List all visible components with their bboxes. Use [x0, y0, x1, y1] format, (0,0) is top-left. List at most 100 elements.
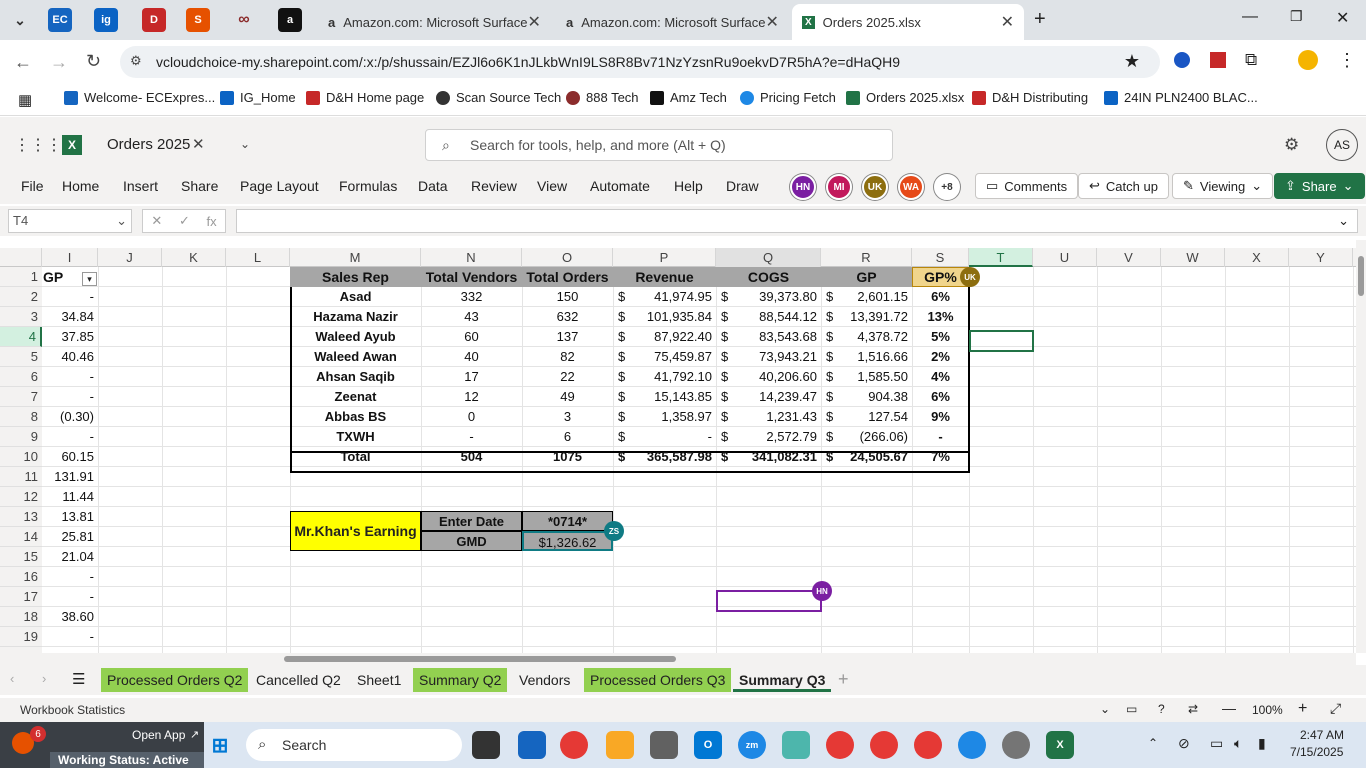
prev-sheet-icon[interactable]: ‹ [10, 671, 14, 686]
summary-cell-gpp[interactable]: - [912, 427, 969, 447]
column-header[interactable]: U [1033, 248, 1097, 267]
collaborator-avatar[interactable]: MI [826, 174, 852, 200]
chevron-up-icon[interactable]: ⌃ [1148, 736, 1158, 750]
summary-cell-vendors[interactable]: 504 [421, 447, 522, 467]
task-view-icon[interactable] [472, 731, 500, 759]
summary-cell-revenue[interactable]: 87,922.40 [613, 327, 716, 347]
summary-cell-cogs[interactable]: 2,572.79 [716, 427, 821, 447]
app-launcher-icon[interactable]: ⋮⋮⋮ [14, 135, 62, 155]
gp-cell[interactable]: - [42, 387, 98, 407]
summary-cell-gpp[interactable]: 13% [912, 307, 969, 327]
summary-cell-gp[interactable]: 13,391.72 [821, 307, 912, 327]
calculator-icon[interactable] [650, 731, 678, 759]
settings-icon[interactable] [1002, 731, 1030, 759]
row-header[interactable]: 16 [0, 567, 42, 587]
gp-cell[interactable]: 25.81 [42, 527, 98, 547]
new-tab-icon[interactable]: + [1034, 8, 1046, 31]
tab-automate[interactable]: Automate [590, 178, 650, 194]
ec-icon[interactable]: EC [48, 8, 72, 32]
gp-column-header[interactable]: GP [43, 267, 83, 287]
bookmark-ig-home[interactable]: IG_Home [220, 90, 296, 105]
summary-cell-cogs[interactable]: 341,082.31 [716, 447, 821, 467]
zoom-level[interactable]: 100% [1252, 703, 1283, 717]
gp-cell[interactable]: (0.30) [42, 407, 98, 427]
summary-cell-vendors[interactable]: - [421, 427, 522, 447]
row-header[interactable]: 12 [0, 487, 42, 507]
filter-dropdown-icon[interactable]: ▾ [82, 272, 97, 286]
row-header[interactable]: 18 [0, 607, 42, 627]
settings-gear-icon[interactable]: ⚙ [1284, 135, 1299, 155]
row-header[interactable]: 13 [0, 507, 42, 527]
tab-help[interactable]: Help [674, 178, 703, 194]
summary-cell-orders[interactable]: 150 [522, 287, 613, 307]
chrome-icon[interactable] [826, 731, 854, 759]
summary-cell-orders[interactable]: 82 [522, 347, 613, 367]
chevron-down-icon[interactable]: ⌄ [240, 137, 250, 151]
user-avatar[interactable]: AS [1326, 129, 1358, 161]
help-icon[interactable]: ? [1158, 702, 1165, 716]
header-cogs[interactable]: COGS [716, 267, 821, 287]
summary-cell-gpp[interactable]: 9% [912, 407, 969, 427]
apps-grid-icon[interactable]: ▦ [18, 91, 32, 109]
header-gp[interactable]: GP [821, 267, 912, 287]
network-icon[interactable]: ⊘ [1178, 735, 1190, 752]
next-sheet-icon[interactable]: › [42, 671, 46, 686]
gp-cell[interactable]: 38.60 [42, 607, 98, 627]
scansource-icon[interactable]: S [186, 8, 210, 32]
summary-cell-revenue[interactable]: 1,358.97 [613, 407, 716, 427]
summary-cell-cogs[interactable]: 83,543.68 [716, 327, 821, 347]
row-header[interactable]: 14 [0, 527, 42, 547]
summary-cell-vendors[interactable]: 12 [421, 387, 522, 407]
chrome-icon[interactable] [914, 731, 942, 759]
chrome-icon[interactable] [870, 731, 898, 759]
notification-widget[interactable]: 6 Open App ↗ Working Status: Active [0, 722, 204, 768]
close-window-icon[interactable]: ✕ [1336, 8, 1349, 28]
column-header[interactable]: I [42, 248, 98, 267]
workbook-title[interactable]: Orders 2025 [107, 136, 190, 153]
url-field[interactable]: ⚙ vcloudchoice-my.sharepoint.com/:x:/p/s… [120, 46, 1160, 78]
summary-cell-revenue[interactable]: 75,459.87 [613, 347, 716, 367]
sheet-tab[interactable]: Processed Orders Q3 [584, 668, 732, 692]
row-header[interactable]: 6 [0, 367, 42, 387]
summary-cell-cogs[interactable]: 88,544.12 [716, 307, 821, 327]
header-sales-rep[interactable]: Sales Rep [290, 267, 421, 287]
header-total-orders[interactable]: Total Orders [522, 267, 613, 287]
chrome-icon[interactable] [560, 731, 588, 759]
summary-cell-rep[interactable]: Abbas BS [290, 407, 421, 427]
row-header[interactable]: 2 [0, 287, 42, 307]
summary-cell-gpp[interactable]: 6% [912, 387, 969, 407]
summary-cell-vendors[interactable]: 60 [421, 327, 522, 347]
excel-logo-icon[interactable]: X [62, 135, 82, 155]
file-explorer-icon[interactable] [606, 731, 634, 759]
tab-orders[interactable]: X Orders 2025.xlsx ✕ [792, 4, 1024, 40]
summary-cell-rep[interactable]: TXWH [290, 427, 421, 447]
catch-up-button[interactable]: ↩ Catch up [1078, 173, 1169, 199]
gmd-value[interactable]: $1,326.62 [522, 531, 613, 551]
tab-amazon-1[interactable]: a Amazon.com: Microsoft Surface ✕ [318, 4, 548, 40]
header-total-vendors[interactable]: Total Vendors [421, 267, 522, 287]
bookmark-star-icon[interactable]: ★ [1124, 51, 1140, 72]
chevron-down-icon[interactable]: ⌄ [1338, 213, 1349, 229]
gp-cell[interactable]: 60.15 [42, 447, 98, 467]
gp-cell[interactable]: 13.81 [42, 507, 98, 527]
column-header-selected[interactable]: T [969, 248, 1033, 267]
formula-input[interactable]: ⌄ [236, 209, 1358, 233]
column-header[interactable]: Y [1289, 248, 1353, 267]
restore-icon[interactable]: ❐ [1290, 8, 1303, 25]
taskbar-search[interactable]: ⌕ Search [246, 729, 462, 761]
column-header[interactable]: V [1097, 248, 1161, 267]
forward-icon[interactable]: → [50, 52, 68, 73]
date-value[interactable]: *0714* [522, 511, 613, 531]
sheet-tab[interactable]: Cancelled Q2 [250, 668, 347, 692]
summary-cell-rep[interactable]: Waleed Ayub [290, 327, 421, 347]
header-revenue[interactable]: Revenue [613, 267, 716, 287]
profile-avatar[interactable] [1298, 50, 1318, 70]
summary-cell-gp[interactable]: 1,585.50 [821, 367, 912, 387]
vertical-scroll-thumb[interactable] [1358, 256, 1364, 296]
summary-cell-vendors[interactable]: 43 [421, 307, 522, 327]
gp-cell[interactable]: - [42, 587, 98, 607]
row-header[interactable]: 3 [0, 307, 42, 327]
row-header[interactable]: 5 [0, 347, 42, 367]
dh-icon[interactable]: D [142, 8, 166, 32]
bookmark-scan-source[interactable]: Scan Source Tech [436, 90, 561, 105]
